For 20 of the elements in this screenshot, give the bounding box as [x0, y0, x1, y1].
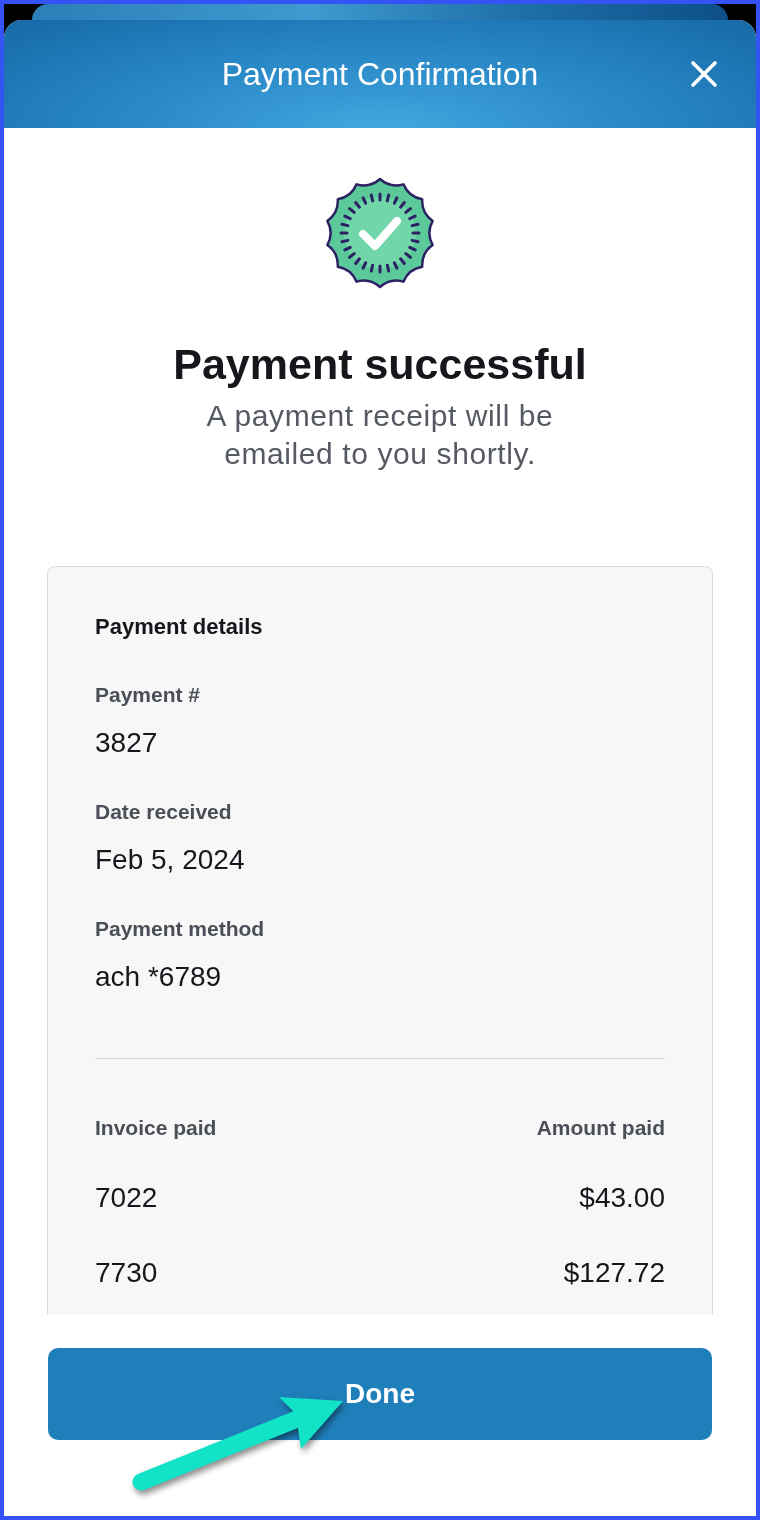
success-title: Payment successful — [173, 339, 587, 390]
field-label: Payment method — [95, 916, 265, 942]
close-button[interactable] — [688, 58, 720, 90]
field-label: Payment # — [95, 682, 201, 708]
verified-check-badge-icon — [324, 177, 436, 289]
column-header: Amount paid — [536, 1115, 665, 1141]
close-icon — [690, 60, 718, 88]
column-header: Invoice paid — [95, 1115, 217, 1141]
field-value: ach *6789 — [95, 960, 222, 994]
done-button[interactable]: Done — [48, 1348, 712, 1440]
field-label: Date received — [95, 799, 232, 825]
table-cell-text: $43.00 — [579, 1181, 665, 1215]
card-title: Payment details — [95, 613, 263, 641]
field-value: Feb 5, 2024 — [95, 843, 245, 877]
success-message: A payment receipt will be emailed to you shortly. — [205, 398, 555, 472]
header-title: Payment Confirmation — [221, 55, 539, 94]
table-cell-text: $127.72 — [563, 1256, 665, 1290]
table-cell-text: 7022 — [95, 1181, 158, 1215]
table-cell-text: 7730 — [95, 1256, 158, 1290]
field-value: 3827 — [95, 726, 158, 760]
